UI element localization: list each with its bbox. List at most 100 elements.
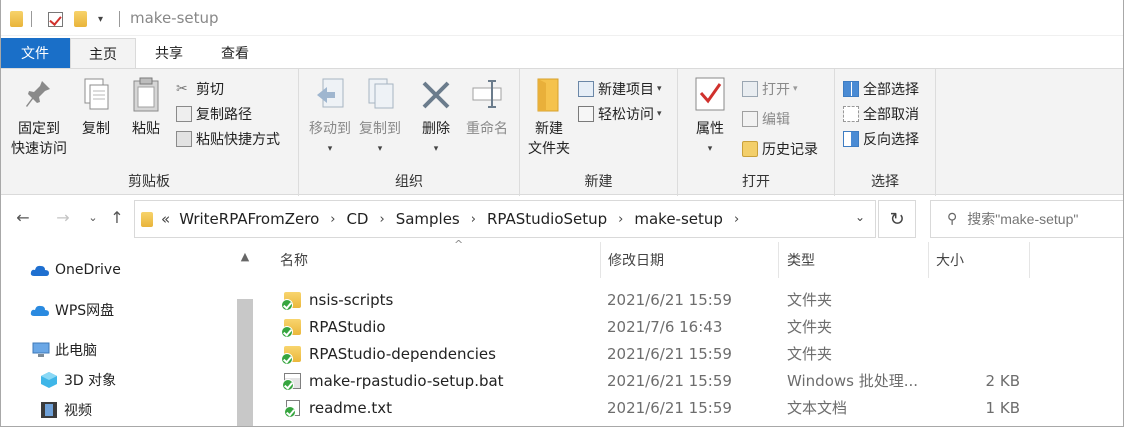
recent-locations-chevron-icon[interactable]: ⌄	[82, 206, 104, 228]
nav-item-3d-objects[interactable]: 3D 对象	[40, 367, 116, 393]
sync-check-icon	[281, 352, 293, 365]
chevron-right-icon[interactable]: ›	[379, 212, 384, 227]
new-folder-button[interactable]: 新建 文件夹	[524, 75, 574, 159]
column-divider[interactable]	[600, 242, 601, 278]
invert-selection-icon	[843, 131, 859, 147]
table-row[interactable]: RPAStudio-dependencies 2021/6/21 15:59 文…	[256, 340, 1124, 367]
clipboard-group: 固定到 快速访问 复制 粘贴 ✂ 剪切 复制路径 粘贴快捷方式 剪贴板	[0, 69, 299, 196]
easy-access-button[interactable]: 轻松访问 ▾	[578, 102, 662, 126]
new-group-label: 新建	[584, 174, 613, 190]
select-all-button[interactable]: 全部选择	[843, 77, 919, 101]
edit-button[interactable]: 编辑	[742, 107, 790, 131]
open-label: 打开	[762, 82, 790, 98]
file-name-cell: readme.txt	[284, 394, 392, 421]
table-row[interactable]: readme.txt 2021/6/21 15:59 文本文档 1 KB	[256, 394, 1124, 421]
breadcrumb-item[interactable]: make-setup	[631, 210, 726, 228]
column-divider[interactable]	[778, 242, 779, 278]
chevron-right-icon[interactable]: ›	[734, 212, 739, 227]
chevron-right-icon[interactable]: ›	[330, 212, 335, 227]
address-dropdown-chevron-icon[interactable]: ⌄	[855, 210, 865, 224]
copy-to-label: 复制到	[359, 121, 401, 137]
delete-button[interactable]: 删除 ▾	[415, 75, 457, 159]
customize-toolbar-icon[interactable]: ▾	[98, 10, 103, 28]
table-row[interactable]: nsis-scripts 2021/6/21 15:59 文件夹	[256, 286, 1124, 313]
sync-check-icon	[281, 325, 293, 338]
file-name: nsis-scripts	[309, 290, 394, 309]
search-input[interactable]	[967, 211, 1108, 227]
cut-button[interactable]: ✂ 剪切	[176, 77, 224, 101]
breadcrumb-item[interactable]: RPAStudioSetup	[484, 210, 610, 228]
chevron-down-icon: ▾	[793, 84, 798, 94]
breadcrumb-item[interactable]: Samples	[393, 210, 463, 228]
folder-icon	[141, 211, 153, 227]
column-header-name[interactable]: 名称 ^	[280, 238, 600, 278]
rename-icon	[470, 75, 504, 113]
copy-path-label: 复制路径	[196, 107, 252, 123]
properties-quick-icon[interactable]	[48, 10, 63, 28]
forward-arrow-icon[interactable]: →	[52, 206, 74, 228]
new-item-button[interactable]: 新建项目 ▾	[578, 77, 662, 101]
properties-button[interactable]: 属性 ▾	[686, 75, 734, 159]
paste-shortcut-button[interactable]: 粘贴快捷方式	[176, 127, 280, 151]
scroll-up-arrow-icon[interactable]: ▲	[234, 245, 256, 267]
copy-path-button[interactable]: 复制路径	[176, 102, 252, 126]
file-name-cell: nsis-scripts	[281, 286, 394, 313]
breadcrumb-item[interactable]: CD	[343, 210, 371, 228]
file-type: 文本文档	[787, 399, 848, 417]
select-none-button[interactable]: 全部取消	[843, 102, 919, 126]
move-to-button[interactable]: 移动到 ▾	[305, 75, 355, 159]
organize-group: 移动到 ▾ 复制到 ▾ 删除 ▾ 重命名 组织	[299, 69, 520, 196]
open-icon	[742, 81, 758, 97]
navigation-pane: OneDrive WPS网盘 此电脑 3D 对象 视频	[0, 242, 256, 427]
window-title: make-setup	[130, 9, 219, 27]
nav-item-wps[interactable]: WPS网盘	[30, 297, 114, 323]
delete-label: 删除	[422, 121, 450, 137]
breadcrumb-overflow[interactable]: «	[161, 210, 170, 228]
file-size	[936, 286, 1020, 313]
invert-selection-button[interactable]: 反向选择	[843, 127, 919, 151]
chevron-right-icon[interactable]: ›	[471, 212, 476, 227]
column-header-label: 名称	[280, 253, 308, 269]
file-list: 名称 ^ 修改日期 类型 大小 nsis-scripts 2021/6/21 1…	[256, 238, 1124, 427]
nav-item-onedrive[interactable]: OneDrive	[30, 257, 121, 283]
tab-home[interactable]: 主页	[70, 38, 136, 68]
rename-button[interactable]: 重命名	[461, 75, 513, 139]
open-group: 属性 ▾ 打开 ▾ 编辑 历史记录 打开	[678, 69, 835, 196]
breadcrumb-item[interactable]: WriteRPAFromZero	[176, 210, 322, 228]
scroll-thumb[interactable]	[237, 299, 253, 427]
paste-button[interactable]: 粘贴	[122, 75, 170, 139]
new-folder-quick-icon[interactable]	[74, 10, 87, 28]
move-to-icon	[313, 75, 347, 113]
table-row[interactable]: make-rpastudio-setup.bat 2021/6/21 15:59…	[256, 367, 1124, 394]
chevron-right-icon[interactable]: ›	[618, 212, 623, 227]
nav-pane-scrollbar[interactable]: ▲	[234, 245, 256, 427]
copy-button[interactable]: 复制	[72, 75, 120, 139]
table-row[interactable]: RPAStudio 2021/7/6 16:43 文件夹	[256, 313, 1124, 340]
file-name: make-rpastudio-setup.bat	[309, 371, 504, 390]
tab-file[interactable]: 文件	[0, 38, 70, 68]
open-button[interactable]: 打开 ▾	[742, 77, 798, 101]
file-type: 文件夹	[787, 318, 833, 336]
up-arrow-icon[interactable]: ↑	[106, 206, 128, 228]
search-box[interactable]: ⚲	[930, 200, 1124, 238]
back-arrow-icon[interactable]: ←	[12, 206, 34, 228]
column-header-date[interactable]: 修改日期	[608, 242, 778, 278]
pin-quick-access-button[interactable]: 固定到 快速访问	[6, 75, 72, 159]
history-button[interactable]: 历史记录	[742, 137, 818, 161]
column-header-size[interactable]: 大小	[936, 242, 1026, 278]
nav-item-this-pc[interactable]: 此电脑	[32, 337, 97, 363]
column-divider[interactable]	[1029, 242, 1030, 278]
column-header-type[interactable]: 类型	[787, 242, 927, 278]
address-bar[interactable]: « WriteRPAFromZero › CD › Samples › RPAS…	[134, 200, 876, 238]
column-divider[interactable]	[928, 242, 929, 278]
folder-icon	[281, 345, 301, 365]
tab-view[interactable]: 查看	[202, 38, 268, 68]
select-all-label: 全部选择	[863, 82, 919, 98]
nav-item-videos[interactable]: 视频	[40, 397, 92, 423]
tab-share[interactable]: 共享	[136, 38, 202, 68]
separator	[31, 10, 32, 28]
copy-label: 复制	[82, 121, 110, 137]
copy-to-button[interactable]: 复制到 ▾	[355, 75, 405, 159]
refresh-icon[interactable]: ↻	[878, 200, 916, 238]
pin-label-1: 固定到	[18, 121, 60, 137]
